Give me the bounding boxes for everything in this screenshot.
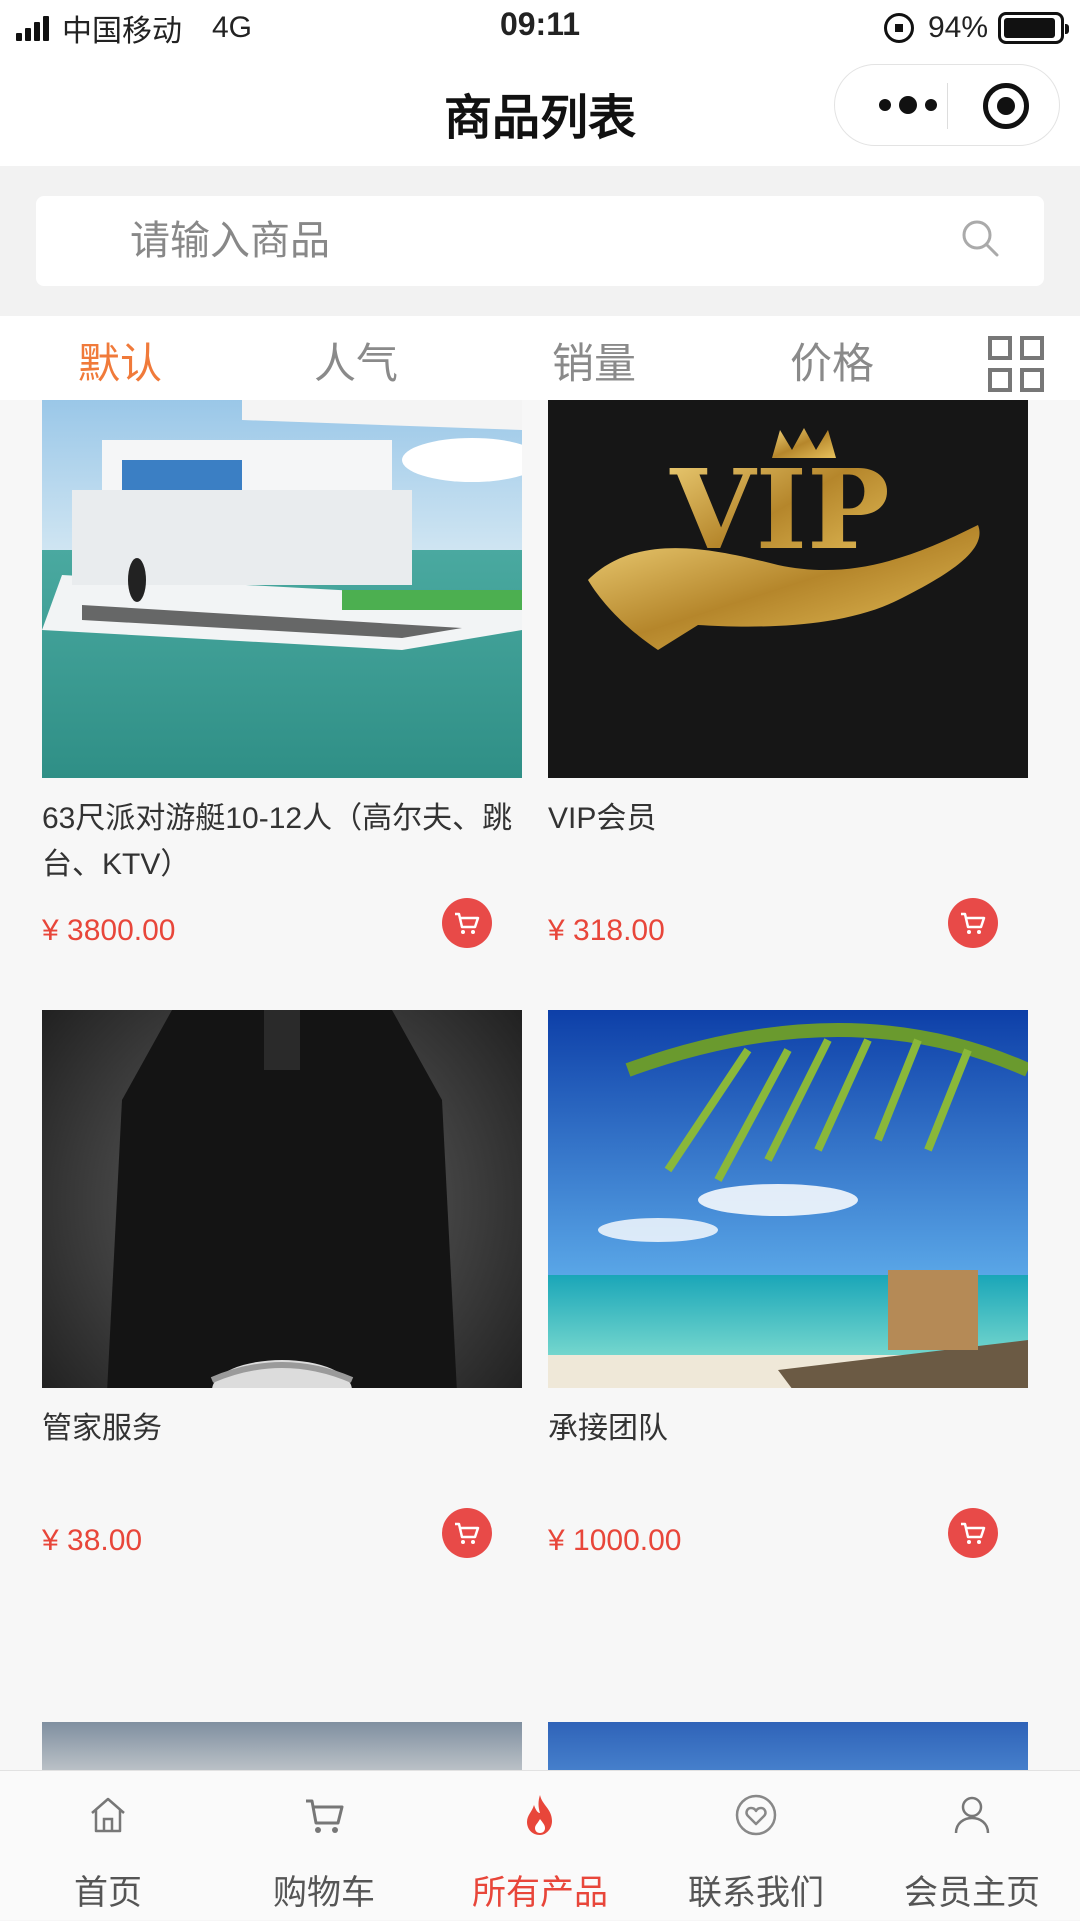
product-price: ¥ 38.00	[42, 1524, 143, 1557]
tab-cart[interactable]: 购物车	[216, 1771, 432, 1921]
add-to-cart-button[interactable]	[442, 898, 492, 948]
cart-icon	[455, 912, 480, 934]
battery-percent: 94%	[927, 11, 988, 44]
tab-all-products[interactable]: 所有产品	[432, 1771, 648, 1921]
search-input[interactable]	[128, 196, 948, 286]
product-title[interactable]: VIP会员	[548, 796, 1028, 842]
product-image-partial[interactable]	[42, 1722, 522, 1770]
grid-view-icon[interactable]	[988, 336, 1046, 394]
product-price: ¥ 1000.00	[548, 1524, 682, 1557]
add-to-cart-button[interactable]	[948, 1508, 998, 1558]
product-image-yacht[interactable]	[42, 400, 522, 778]
add-to-cart-button[interactable]	[442, 1508, 492, 1558]
status-bar: 中国移动 4G 09:11 94%	[0, 0, 1080, 56]
battery-icon	[998, 12, 1069, 44]
search-area	[0, 166, 1080, 316]
home-icon	[91, 1797, 125, 1833]
cart-icon	[306, 1799, 344, 1833]
product-grid: 63尺派对游艇10-12人（高尔夫、跳台、KTV） ¥ 3800.00 VIP	[0, 400, 1080, 1770]
tab-popularity[interactable]: 人气	[314, 330, 398, 391]
nav-bar: 商品列表	[0, 56, 1080, 166]
product-card[interactable]: 管家服务 ¥ 38.00	[42, 1010, 522, 1558]
product-title[interactable]: 承接团队	[548, 1406, 1028, 1452]
tab-default[interactable]: 默认	[78, 330, 162, 391]
more-options-button[interactable]	[869, 85, 947, 125]
product-title[interactable]: 管家服务	[42, 1406, 522, 1452]
product-title[interactable]: 63尺派对游艇10-12人（高尔夫、跳台、KTV）	[42, 796, 522, 888]
product-price: ¥ 318.00	[548, 914, 665, 947]
bottom-tab-bar: 首页 购物车 所有产品 联系我们 会员主页	[0, 1770, 1080, 1920]
cart-icon	[961, 912, 986, 934]
sort-tabs: 默认 人气 销量 价格	[0, 316, 1080, 400]
tab-home-label: 首页	[74, 1874, 142, 1912]
orientation-lock-icon	[883, 13, 914, 43]
tab-member[interactable]: 会员主页	[864, 1771, 1080, 1921]
dot-icon	[925, 99, 937, 111]
status-right: 94%	[883, 8, 1069, 48]
cart-icon	[455, 1522, 480, 1544]
user-icon	[954, 1796, 990, 1834]
search-box	[36, 196, 1044, 286]
tab-cart-label: 购物车	[273, 1874, 375, 1912]
cart-icon	[961, 1522, 986, 1544]
tab-sales[interactable]: 销量	[552, 330, 636, 391]
tab-contact-label: 联系我们	[688, 1874, 824, 1912]
tab-member-label: 会员主页	[904, 1874, 1040, 1912]
close-program-button[interactable]	[983, 83, 1029, 129]
product-image-vip[interactable]: VIP	[548, 400, 1028, 778]
tab-all-products-label: 所有产品	[472, 1874, 608, 1912]
product-image-butler[interactable]	[42, 1010, 522, 1388]
search-icon[interactable]	[960, 218, 1000, 258]
fire-icon	[527, 1795, 552, 1835]
product-image-partial[interactable]	[548, 1722, 1028, 1770]
product-card[interactable]: 承接团队 ¥ 1000.00	[548, 1010, 1028, 1558]
product-card[interactable]: VIP VIP会员 ¥ 318.00	[548, 400, 1028, 948]
mini-program-capsule	[834, 64, 1060, 146]
product-price: ¥ 3800.00	[42, 914, 176, 947]
product-card[interactable]: 63尺派对游艇10-12人（高尔夫、跳台、KTV） ¥ 3800.00	[42, 400, 522, 948]
tab-contact[interactable]: 联系我们	[648, 1771, 864, 1921]
heart-icon	[735, 1794, 777, 1836]
tab-price[interactable]: 价格	[790, 330, 874, 391]
capsule-divider	[947, 83, 948, 129]
product-image-beach[interactable]	[548, 1010, 1028, 1388]
tab-home[interactable]: 首页	[0, 1771, 216, 1921]
dot-icon	[879, 99, 891, 111]
dot-icon	[899, 96, 917, 114]
add-to-cart-button[interactable]	[948, 898, 998, 948]
